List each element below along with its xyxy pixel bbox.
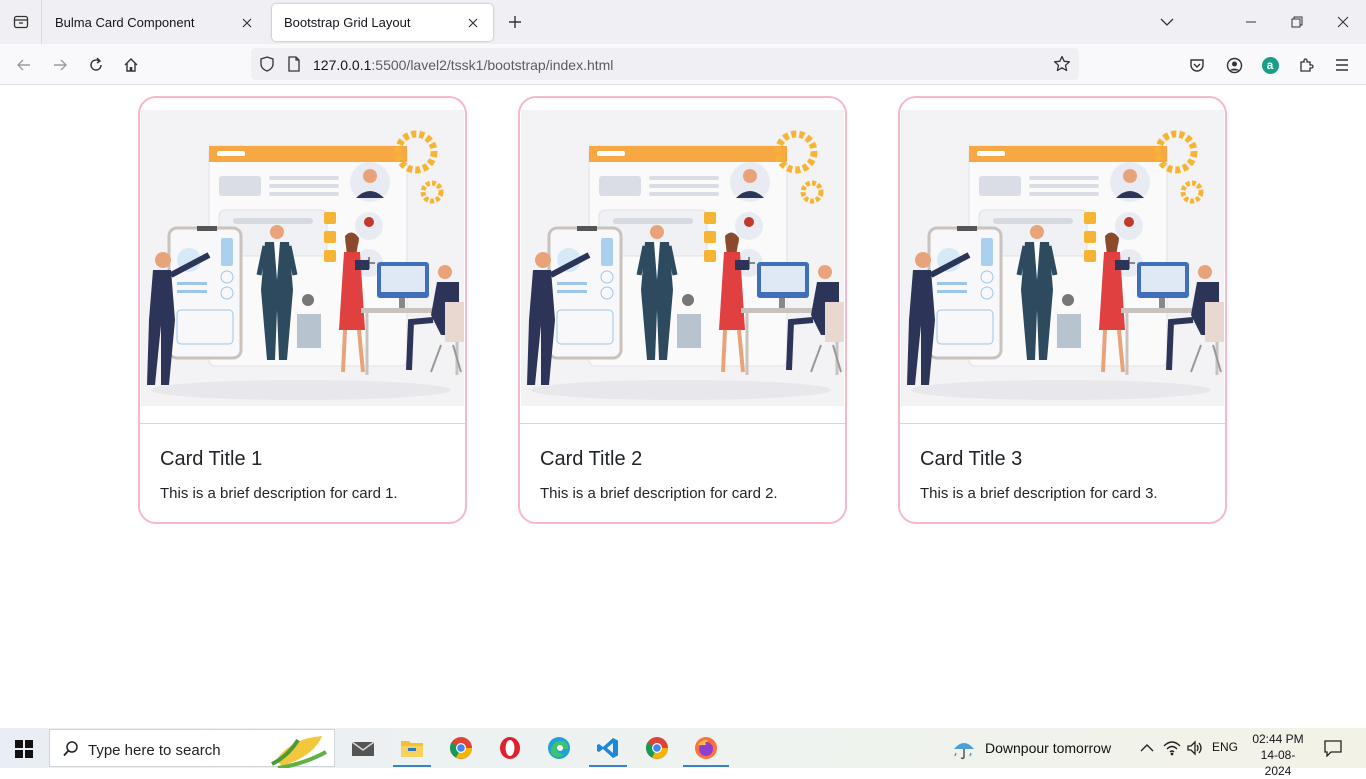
card: Card Title 3 This is a brief description…	[898, 96, 1227, 524]
card-divider	[900, 423, 1225, 424]
pocket-icon	[1190, 59, 1204, 72]
restore-button[interactable]	[1274, 0, 1320, 44]
card-description: This is a brief description for card 2.	[540, 485, 778, 502]
notification-icon	[1324, 740, 1342, 757]
close-tab-icon[interactable]	[465, 15, 481, 31]
active-app-indicator	[393, 765, 431, 767]
weather-text: Downpour tomorrow	[985, 740, 1112, 756]
minimize-button[interactable]	[1228, 0, 1274, 44]
reload-button[interactable]	[83, 52, 109, 78]
card: Card Title 1 This is a brief description…	[138, 96, 467, 524]
extensions-button[interactable]	[1293, 52, 1319, 78]
url-path: :5500/lavel2/tssk1/bootstrap/index.html	[371, 57, 614, 73]
clock[interactable]: 02:44 PM 14-08-2024	[1248, 731, 1308, 779]
minimize-icon	[1246, 21, 1256, 23]
forward-button[interactable]	[47, 52, 73, 78]
home-icon	[124, 58, 138, 72]
taskbar-search-box[interactable]: Type here to search	[49, 729, 335, 768]
pocket-button[interactable]	[1184, 52, 1210, 78]
tab-list-icon	[13, 15, 28, 29]
card-image	[901, 110, 1224, 406]
opera-icon[interactable]	[495, 733, 525, 763]
firefox-icon[interactable]	[691, 733, 721, 763]
new-tab-button[interactable]	[503, 12, 527, 32]
clock-date: 14-08-2024	[1260, 748, 1296, 778]
card-description: This is a brief description for card 1.	[160, 485, 398, 502]
shield-icon[interactable]	[259, 56, 275, 77]
tab-bootstrap-grid[interactable]: Bootstrap Grid Layout	[272, 4, 493, 41]
extension-a-icon: a	[1261, 56, 1279, 74]
card-title: Card Title 3	[920, 448, 1023, 470]
url-text[interactable]: 127.0.0.1:5500/lavel2/tssk1/bootstrap/in…	[313, 57, 613, 73]
start-button[interactable]	[8, 738, 38, 760]
chrome-icon[interactable]	[642, 733, 672, 763]
mail-icon[interactable]	[348, 733, 378, 763]
language-indicator[interactable]: ENG	[1212, 740, 1238, 754]
card-divider	[520, 423, 845, 424]
tab-bulma-card[interactable]: Bulma Card Component	[43, 4, 267, 41]
card-description: This is a brief description for card 3.	[920, 485, 1158, 502]
card-image	[521, 110, 844, 406]
restore-icon	[1291, 16, 1303, 28]
vscode-icon[interactable]	[593, 733, 623, 763]
close-tab-icon[interactable]	[239, 15, 255, 31]
active-app-indicator	[683, 765, 729, 767]
windows-taskbar: Type here to search Downpour tomorrow EN…	[0, 728, 1366, 778]
file-explorer-icon[interactable]	[397, 733, 427, 763]
account-icon	[1226, 57, 1242, 73]
card-image	[141, 110, 464, 406]
chevron-up-icon	[1140, 744, 1154, 752]
account-button[interactable]	[1221, 52, 1247, 78]
page-icon[interactable]	[287, 56, 301, 77]
rain-umbrella-icon	[954, 743, 974, 760]
url-bar[interactable]: 127.0.0.1:5500/lavel2/tssk1/bootstrap/in…	[251, 48, 1079, 80]
chrome-icon[interactable]	[446, 733, 476, 763]
bookmark-star-icon[interactable]	[1053, 55, 1071, 78]
tab-list-button[interactable]	[0, 0, 42, 44]
corn-icon	[271, 736, 327, 768]
tab-title: Bootstrap Grid Layout	[284, 15, 411, 30]
clock-time: 02:44 PM	[1252, 732, 1304, 746]
tab-strip: Bulma Card Component Bootstrap Grid Layo…	[0, 0, 1366, 44]
hamburger-icon	[1336, 59, 1348, 71]
card: Card Title 2 This is a brief description…	[518, 96, 847, 524]
arrow-left-icon	[17, 59, 30, 71]
plus-icon	[509, 16, 521, 28]
menu-button[interactable]	[1329, 52, 1355, 78]
page-content: Card Title 1 This is a brief description…	[0, 85, 1366, 728]
close-window-button[interactable]	[1320, 0, 1366, 44]
url-host: 127.0.0.1	[313, 57, 372, 73]
back-button[interactable]	[11, 52, 37, 78]
card-divider	[140, 423, 465, 424]
arrow-right-icon	[54, 59, 67, 71]
puzzle-icon	[1300, 58, 1314, 72]
chevron-down-icon	[1160, 18, 1174, 26]
windows-logo-icon	[15, 740, 33, 758]
notifications-button[interactable]	[1318, 733, 1348, 763]
search-placeholder: Type here to search	[88, 742, 221, 759]
home-button[interactable]	[118, 52, 144, 78]
volume-icon[interactable]	[1180, 733, 1210, 763]
card-title: Card Title 2	[540, 448, 643, 470]
extension-badge-letter: a	[1266, 58, 1274, 72]
close-icon	[1337, 16, 1349, 28]
tab-title: Bulma Card Component	[55, 15, 195, 30]
card-title: Card Title 1	[160, 448, 263, 470]
tab-overflow-button[interactable]	[1144, 0, 1190, 44]
search-icon	[63, 741, 78, 757]
reload-icon	[90, 57, 102, 71]
active-app-indicator	[589, 765, 627, 767]
extension-a-button[interactable]: a	[1257, 52, 1283, 78]
navigation-toolbar: 127.0.0.1:5500/lavel2/tssk1/bootstrap/in…	[0, 44, 1366, 85]
edge-icon[interactable]	[544, 733, 574, 763]
